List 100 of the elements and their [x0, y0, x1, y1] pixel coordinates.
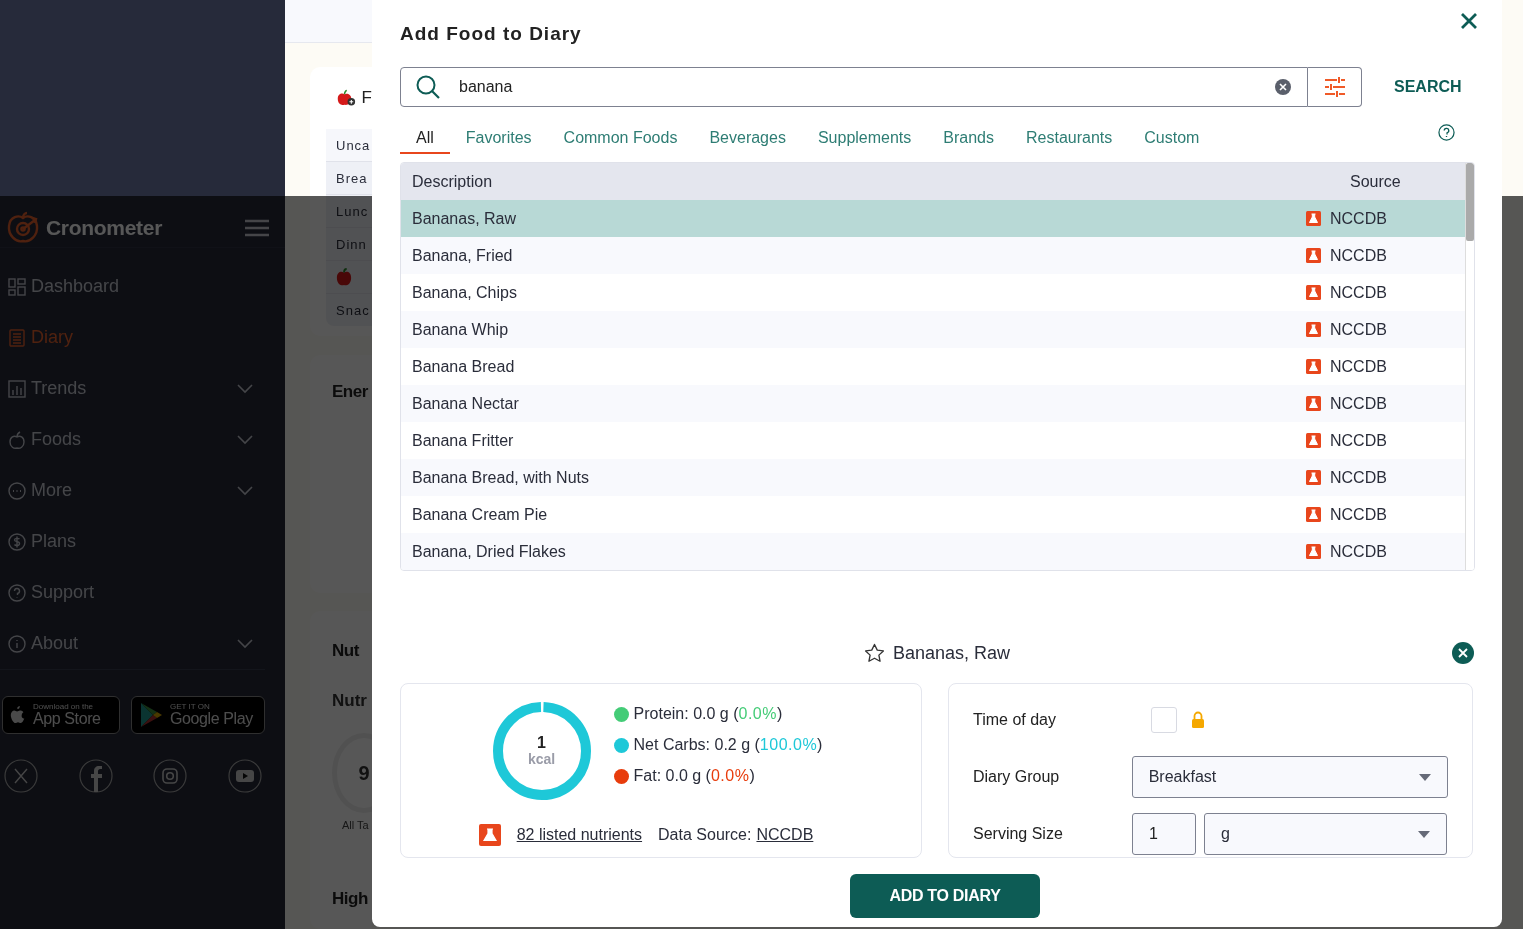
- apple-plus-icon[interactable]: [337, 88, 357, 108]
- food-name: Banana, Dried Flakes: [411, 542, 567, 561]
- data-source-link[interactable]: NCCDB: [756, 826, 814, 844]
- nutrients-link[interactable]: 82 listed nutrients: [516, 826, 643, 844]
- flask-icon: [1306, 433, 1321, 448]
- flask-icon: [1306, 507, 1321, 522]
- apple-logo-icon: [9, 705, 27, 725]
- dialog-title: Add Food to Diary: [400, 22, 582, 45]
- chevron-down-icon: [237, 638, 253, 649]
- search-icon: [415, 74, 441, 100]
- diary-group-dropdown[interactable]: Breakfast: [1131, 756, 1448, 798]
- column-header: Source: [1350, 172, 1402, 191]
- field-label: Serving Size: [973, 825, 1064, 843]
- field-label: Time of day: [973, 711, 1057, 729]
- source-label: NCCDB: [1330, 468, 1387, 487]
- badge-title: Google Play: [170, 711, 253, 727]
- flask-icon: [1306, 248, 1321, 263]
- facebook-icon[interactable]: [78, 759, 113, 793]
- star-icon[interactable]: [863, 642, 885, 664]
- x-logo-icon[interactable]: [4, 759, 38, 793]
- source-label: NCCDB: [1330, 320, 1387, 339]
- video-play-icon[interactable]: [227, 759, 262, 793]
- flask-icon: [1306, 470, 1321, 485]
- apple-target-logo-icon: [5, 210, 41, 246]
- flask-icon: [1306, 359, 1321, 374]
- card-title: Nut: [332, 641, 361, 661]
- apple-icon: [8, 430, 26, 449]
- card-title: Ener: [332, 382, 369, 402]
- food-name: Banana, Chips: [411, 283, 518, 302]
- amount-field[interactable]: 1: [1132, 813, 1196, 855]
- filter-tab[interactable]: All: [400, 129, 450, 154]
- flask-icon: [1306, 544, 1321, 559]
- brand-name: Cronometer: [46, 216, 163, 240]
- column-header: Description: [411, 172, 494, 191]
- add-to-diary-button[interactable]: ADD TO DIARY: [850, 874, 1040, 918]
- menu-icon[interactable]: [245, 219, 269, 237]
- camera-icon[interactable]: [153, 759, 188, 793]
- source-label: NCCDB: [1330, 394, 1387, 413]
- filter-tab[interactable]: Supplements: [801, 129, 928, 154]
- list-icon: [8, 328, 26, 347]
- selected-food-name: Bananas, Raw: [892, 642, 1011, 664]
- food-name: Banana Nectar: [411, 394, 520, 413]
- data-source-label: Data Source:: [658, 826, 752, 844]
- card-title: High: [332, 889, 369, 909]
- food-name: Bananas, Raw: [411, 209, 518, 228]
- food-name: Banana, Fried: [411, 246, 514, 265]
- calorie-unit: kcal: [527, 752, 556, 767]
- apple-icon: [336, 268, 352, 286]
- source-label: NCCDB: [1330, 357, 1387, 376]
- filter-tab[interactable]: Restaurants: [1010, 129, 1129, 154]
- filter-tab[interactable]: Common Foods: [547, 129, 694, 154]
- card-title: F: [361, 88, 372, 108]
- flask-icon: [1306, 396, 1321, 411]
- close-icon[interactable]: [1460, 11, 1478, 30]
- play-triangle-icon: [140, 702, 164, 728]
- filter-tab[interactable]: Beverages: [693, 129, 802, 154]
- source-label: NCCDB: [1330, 505, 1387, 524]
- flask-icon: [478, 824, 501, 846]
- dollar-icon: [8, 532, 26, 551]
- calorie-value: 1: [537, 735, 546, 753]
- lock-icon[interactable]: [1191, 711, 1205, 729]
- food-name: Banana Bread, with Nuts: [411, 468, 590, 487]
- more-icon: [8, 481, 26, 500]
- source-label: NCCDB: [1330, 246, 1387, 265]
- unit-dropdown[interactable]: g: [1204, 813, 1447, 855]
- checkbox[interactable]: [1151, 707, 1177, 733]
- chevron-down-icon: [237, 434, 253, 445]
- search-field[interactable]: banana: [400, 67, 1308, 107]
- filter-tab[interactable]: Custom: [1128, 129, 1216, 154]
- close-icon[interactable]: [1452, 642, 1474, 664]
- info-icon: [8, 634, 26, 653]
- source-label: NCCDB: [1330, 283, 1387, 302]
- ring-label: All Ta: [342, 819, 370, 831]
- card-subtitle: Nutr: [332, 691, 368, 711]
- filter-tab[interactable]: Favorites: [449, 129, 548, 154]
- diary-group-label[interactable]: Brea: [336, 170, 368, 186]
- food-name: Banana Bread: [411, 357, 516, 376]
- badge-title: App Store: [33, 711, 101, 727]
- clear-icon[interactable]: [1274, 78, 1292, 96]
- flask-icon: [1306, 285, 1321, 300]
- help-icon: [8, 583, 26, 602]
- source-label: NCCDB: [1330, 431, 1387, 450]
- macro-label: Net Carbs: 0.2 g (100.0%): [633, 736, 823, 754]
- help-icon[interactable]: [1438, 124, 1455, 141]
- macro-label: Fat: 0.0 g (0.0%): [633, 767, 755, 785]
- scrollbar-thumb[interactable]: [1466, 163, 1474, 241]
- food-name: Banana Whip: [411, 320, 510, 339]
- bar-chart-icon: [8, 379, 26, 398]
- field-label: Diary Group: [973, 768, 1061, 786]
- source-label: NCCDB: [1330, 209, 1387, 228]
- filter-tab[interactable]: Brands: [927, 129, 1010, 154]
- chevron-down-icon: [237, 383, 253, 394]
- macro-label: Protein: 0.0 g (0.0%): [633, 705, 783, 723]
- grid-icon: [8, 277, 26, 296]
- search-button[interactable]: SEARCH: [1394, 78, 1462, 96]
- food-name: Banana Cream Pie: [411, 505, 549, 524]
- filter-button[interactable]: [1308, 67, 1362, 107]
- sliders-icon: [1323, 77, 1346, 97]
- flask-icon: [1306, 211, 1321, 226]
- flask-icon: [1306, 322, 1321, 337]
